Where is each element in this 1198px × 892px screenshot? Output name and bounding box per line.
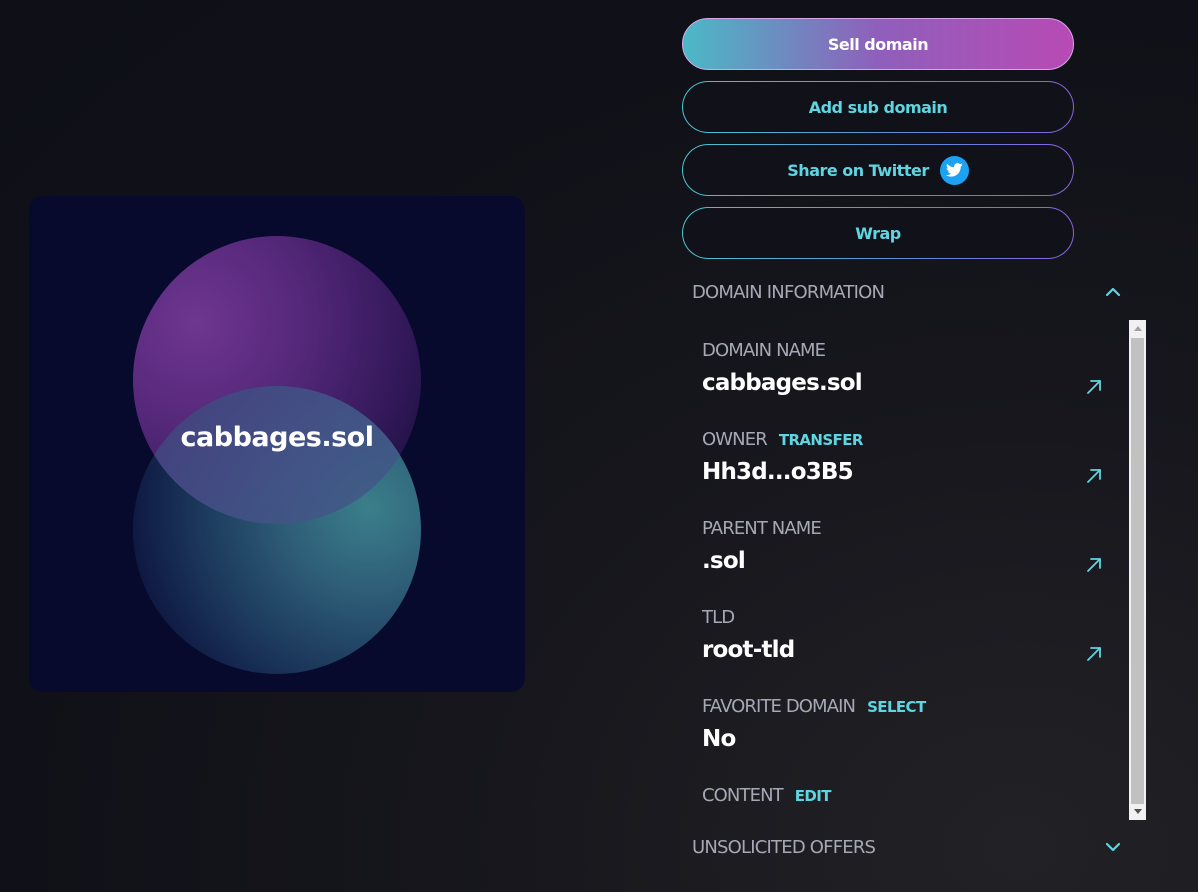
info-panel-scrollbar[interactable] — [1129, 320, 1146, 820]
unsolicited-offers-title: UNSOLICITED OFFERS — [692, 836, 876, 858]
tld-value: root-tld — [702, 637, 795, 663]
domain-information-title: DOMAIN INFORMATION — [692, 281, 885, 303]
chevron-down-icon[interactable] — [1104, 838, 1122, 856]
external-link-arrow-icon[interactable] — [1084, 466, 1104, 486]
sell-domain-button[interactable]: Sell domain — [682, 18, 1074, 70]
domain-information-header[interactable]: DOMAIN INFORMATION — [692, 280, 1124, 304]
info-row-favorite-domain: FAVORITE DOMAIN SELECT No — [702, 696, 1122, 752]
domain-information-panel[interactable]: DOMAIN NAME cabbages.sol OWNER TRANSFER … — [682, 320, 1146, 820]
add-sub-domain-label: Add sub domain — [808, 97, 948, 117]
domain-nft-card: cabbages.sol — [29, 196, 525, 692]
favorite-domain-value: No — [702, 726, 736, 752]
share-on-twitter-label: Share on Twitter — [787, 160, 929, 180]
select-link[interactable]: SELECT — [867, 698, 926, 716]
wrap-label: Wrap — [855, 223, 901, 243]
sell-domain-label: Sell domain — [827, 34, 929, 54]
scroll-up-arrow-icon[interactable] — [1129, 320, 1146, 337]
external-link-arrow-icon[interactable] — [1084, 377, 1104, 397]
info-row-content: CONTENT EDIT — [702, 785, 1122, 807]
chevron-up-icon[interactable] — [1104, 283, 1122, 301]
content-label: CONTENT — [702, 785, 784, 806]
parent-name-value: .sol — [702, 548, 746, 574]
scroll-down-arrow-icon[interactable] — [1129, 803, 1146, 820]
twitter-bird-icon — [939, 155, 969, 185]
transfer-link[interactable]: TRANSFER — [779, 431, 864, 449]
info-row-owner: OWNER TRANSFER Hh3d...o3B5 — [702, 429, 1122, 485]
wrap-button[interactable]: Wrap — [682, 207, 1074, 259]
favorite-domain-label: FAVORITE DOMAIN — [702, 696, 856, 717]
scrollbar-thumb[interactable] — [1131, 338, 1144, 804]
tld-label: TLD — [702, 607, 735, 628]
external-link-arrow-icon[interactable] — [1084, 644, 1104, 664]
external-link-arrow-icon[interactable] — [1084, 555, 1104, 575]
unsolicited-offers-header[interactable]: UNSOLICITED OFFERS — [692, 835, 1124, 859]
domain-name-value: cabbages.sol — [702, 370, 863, 396]
owner-label: OWNER — [702, 429, 768, 450]
add-sub-domain-button[interactable]: Add sub domain — [682, 81, 1074, 133]
info-row-domain-name: DOMAIN NAME cabbages.sol — [702, 340, 1122, 396]
card-domain-name: cabbages.sol — [180, 422, 374, 453]
info-row-parent-name: PARENT NAME .sol — [702, 518, 1122, 574]
parent-name-label: PARENT NAME — [702, 518, 822, 539]
domain-name-label: DOMAIN NAME — [702, 340, 826, 361]
share-on-twitter-button[interactable]: Share on Twitter — [682, 144, 1074, 196]
owner-value: Hh3d...o3B5 — [702, 459, 854, 485]
info-row-tld: TLD root-tld — [702, 607, 1122, 663]
edit-link[interactable]: EDIT — [795, 787, 832, 805]
